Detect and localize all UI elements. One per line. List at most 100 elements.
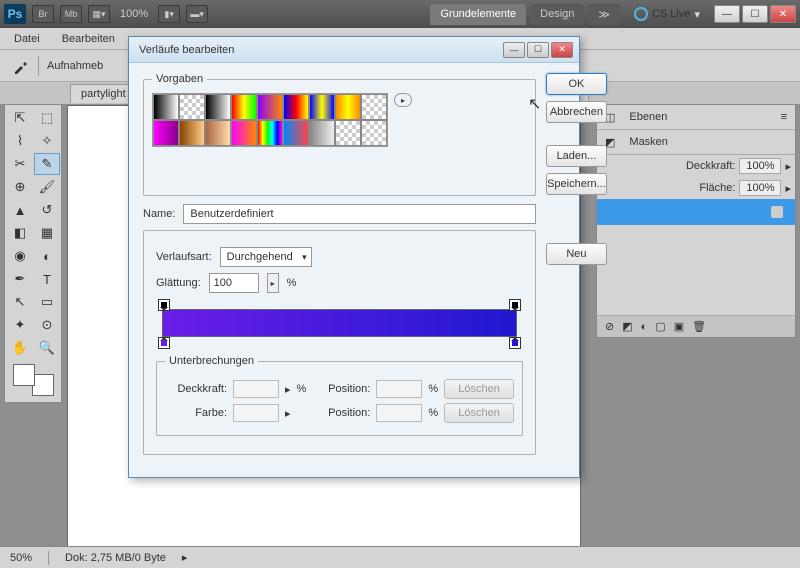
document-tab[interactable]: partylight [70, 84, 137, 103]
eraser-tool[interactable]: ◧ [7, 222, 33, 244]
cs-live-button[interactable]: CS Live ▾ [634, 7, 700, 21]
ub-color-swatch [233, 404, 279, 422]
eyedropper-tool[interactable]: ✎ [34, 153, 60, 175]
blur-tool[interactable]: ◉ [7, 245, 33, 267]
app-minimize-button[interactable]: — [714, 5, 740, 23]
shape-tool[interactable]: ▭ [34, 291, 60, 313]
opacity-stop-right[interactable] [509, 299, 521, 311]
heal-tool[interactable]: ⊕ [7, 176, 33, 198]
preset-swatch[interactable] [335, 94, 361, 120]
fill-label: Fläche: [699, 182, 735, 194]
workspace-grundelemente[interactable]: Grundelemente [430, 4, 526, 25]
move-tool[interactable]: ⇱ [7, 107, 33, 129]
new-layer-icon[interactable]: ▣ [674, 320, 684, 333]
menu-bearbeiten[interactable]: Bearbeiten [58, 31, 119, 47]
zoom-level[interactable]: 100% [120, 8, 148, 20]
ub-position2-input [376, 404, 422, 422]
hand-tool[interactable]: ✋ [7, 337, 33, 359]
opacity-value[interactable]: 100% [739, 158, 781, 174]
cancel-button[interactable]: Abbrechen [546, 101, 607, 123]
mask-icon[interactable]: ◩ [622, 320, 632, 333]
layer-background[interactable] [597, 199, 795, 225]
background-color[interactable] [32, 374, 54, 396]
stamp-tool[interactable]: ▲ [7, 199, 33, 221]
preset-swatch[interactable] [153, 120, 179, 146]
pen-tool[interactable]: ✒ [7, 268, 33, 290]
status-zoom[interactable]: 50% [10, 552, 32, 564]
type-select[interactable]: Durchgehend [220, 247, 312, 267]
dialog-maximize-button[interactable]: ☐ [527, 42, 549, 58]
tab-masken[interactable]: Masken [623, 134, 674, 150]
ub-position-label: Position: [320, 383, 370, 395]
marquee-tool[interactable]: ⬚ [34, 107, 60, 129]
preset-swatch[interactable] [283, 94, 309, 120]
preset-swatch[interactable] [153, 94, 179, 120]
screen-mode-icon[interactable]: ▬▾ [186, 5, 208, 23]
app-titlebar: Ps Br Mb ▦▾ 100% ▮▾ ▬▾ Grundelemente Des… [0, 0, 800, 28]
lock-icon [771, 206, 783, 218]
workspace-more[interactable]: ≫ [588, 4, 620, 25]
preset-swatch[interactable] [231, 120, 257, 146]
type-tool[interactable]: T [34, 268, 60, 290]
brush-tool[interactable]: 🖌 [34, 176, 60, 198]
gradient-bar-editor[interactable] [156, 309, 523, 337]
preset-swatch[interactable] [179, 120, 205, 146]
save-button[interactable]: Speichern... [546, 173, 607, 195]
smoothness-stepper[interactable]: ▸ [267, 273, 279, 293]
gradient-tool[interactable]: ▦ [34, 222, 60, 244]
adjust-icon[interactable]: ◐ [641, 321, 648, 333]
color-swatches[interactable] [7, 360, 60, 400]
lasso-tool[interactable]: ⌇ [7, 130, 33, 152]
crop-tool[interactable]: ✂ [7, 153, 33, 175]
bridge-icon[interactable]: Br [32, 5, 54, 23]
3d-tool[interactable]: ✦ [7, 314, 33, 336]
folder-icon[interactable]: ▢ [655, 320, 665, 333]
color-stop-right[interactable] [509, 337, 521, 349]
preset-swatch[interactable] [257, 94, 283, 120]
fill-value[interactable]: 100% [739, 180, 781, 196]
preset-swatch[interactable] [179, 94, 205, 120]
arrange-icon[interactable]: ▮▾ [158, 5, 180, 23]
dialog-minimize-button[interactable]: — [503, 42, 525, 58]
preset-swatch[interactable] [309, 94, 335, 120]
path-tool[interactable]: ↖ [7, 291, 33, 313]
color-stop-left[interactable] [158, 337, 170, 349]
preset-swatch[interactable] [309, 120, 335, 146]
preset-swatch[interactable] [231, 94, 257, 120]
view-extras-icon[interactable]: ▦▾ [88, 5, 110, 23]
opacity-stop-left[interactable] [158, 299, 170, 311]
panel-menu-icon[interactable]: ≡ [781, 111, 787, 123]
3d-cam-tool[interactable]: ⊙ [34, 314, 60, 336]
app-close-button[interactable]: ✕ [770, 5, 796, 23]
dialog-titlebar[interactable]: Verläufe bearbeiten — ☐ ✕ [129, 37, 579, 63]
foreground-color[interactable] [13, 364, 35, 386]
panels: ◫ Ebenen ≡ ◩ Masken Deckkraft:100%▸ Fläc… [596, 104, 796, 342]
new-button[interactable]: Neu [546, 243, 607, 265]
zoom-tool[interactable]: 🔍 [34, 337, 60, 359]
preset-swatch[interactable] [257, 120, 283, 146]
tab-ebenen[interactable]: Ebenen [623, 109, 673, 125]
gradient-preview[interactable] [162, 309, 517, 337]
preset-swatch[interactable] [361, 120, 387, 146]
dialog-close-button[interactable]: ✕ [551, 42, 573, 58]
app-maximize-button[interactable]: ☐ [742, 5, 768, 23]
trash-icon[interactable]: 🗑 [692, 320, 706, 333]
minibridge-icon[interactable]: Mb [60, 5, 82, 23]
preset-menu-button[interactable]: ▸ [394, 93, 412, 107]
smoothness-input[interactable] [209, 273, 259, 293]
preset-swatch[interactable] [283, 120, 309, 146]
name-input[interactable] [183, 204, 536, 224]
workspace-design[interactable]: Design [530, 4, 584, 25]
wand-tool[interactable]: ✧ [34, 130, 60, 152]
menu-datei[interactable]: Datei [10, 31, 44, 47]
history-tool[interactable]: ↺ [34, 199, 60, 221]
ok-button[interactable]: OK [546, 73, 607, 95]
preset-swatch[interactable] [335, 120, 361, 146]
eyedropper-icon [12, 57, 30, 75]
preset-swatch[interactable] [205, 94, 231, 120]
load-button[interactable]: Laden... [546, 145, 607, 167]
preset-swatch[interactable] [205, 120, 231, 146]
status-doc[interactable]: Dok: 2,75 MB/0 Byte [65, 552, 166, 564]
preset-swatch[interactable] [361, 94, 387, 120]
dodge-tool[interactable]: ◐ [34, 245, 60, 267]
